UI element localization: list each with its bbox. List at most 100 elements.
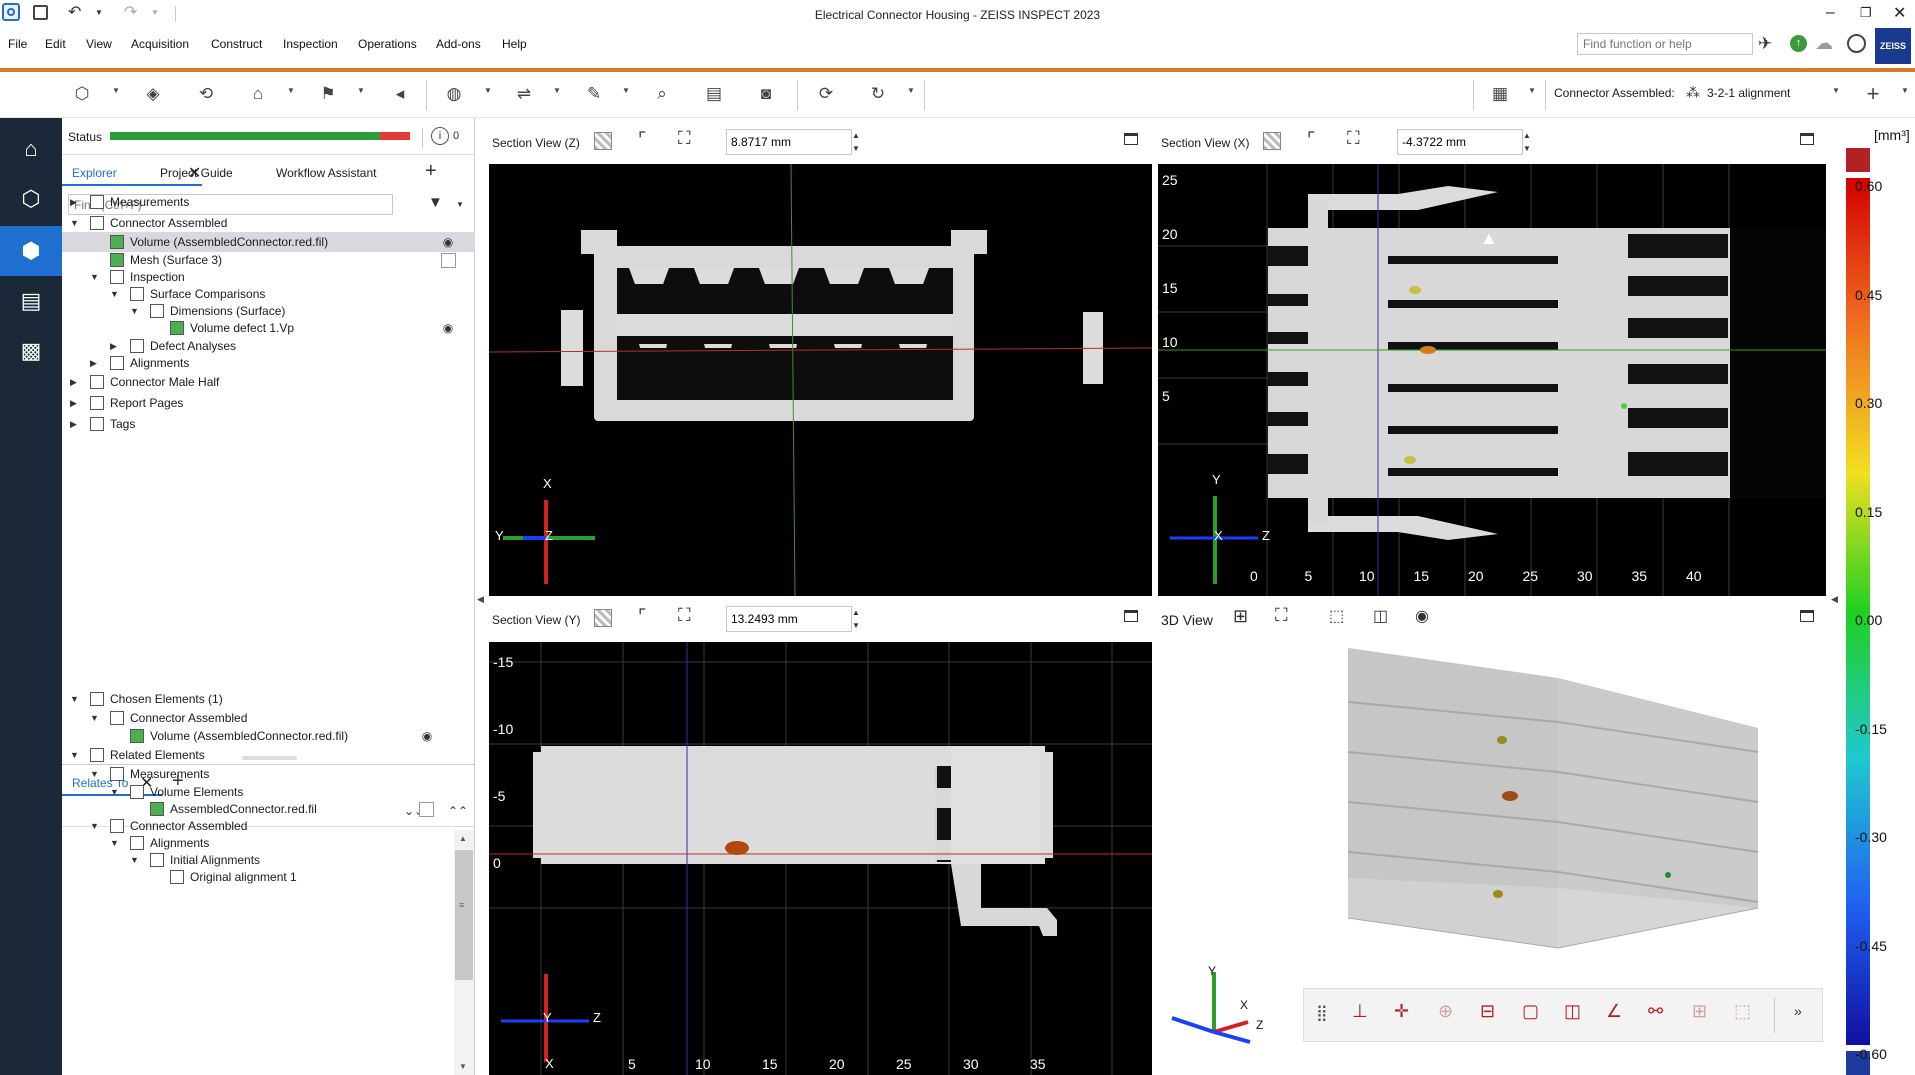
select-region-icon[interactable]: ⬚ xyxy=(1329,606,1344,626)
tree-item[interactable]: ▼ Chosen Elements (1) xyxy=(62,689,454,709)
tree-item[interactable]: ▶ Report Pages xyxy=(62,393,475,413)
flip-icon[interactable]: ⌜ xyxy=(638,129,646,150)
line-icon[interactable]: ⊟ xyxy=(1480,1001,1495,1022)
3d-view-canvas[interactable]: Y X Z ⣿ ⊥ ✛ ⊕ ⊟ ▢ ◫ ∠ ⚯ ⊞ ⬚ » xyxy=(1158,642,1826,1075)
collapse-arrow-icon[interactable]: ▼ xyxy=(70,213,79,233)
menu-edit[interactable]: Edit xyxy=(45,37,66,51)
visibility-checkbox[interactable] xyxy=(441,253,456,268)
update-icon[interactable]: ↑ xyxy=(1790,35,1807,52)
surface-select-dropdown-icon[interactable]: ▼ xyxy=(287,86,295,95)
menu-file[interactable]: File xyxy=(8,37,27,51)
distance-icon[interactable]: ◫ xyxy=(1564,1001,1581,1022)
tree-item[interactable]: Original alignment 1 xyxy=(62,867,454,887)
layers-icon[interactable]: ◈ xyxy=(139,80,167,108)
add-tab-icon[interactable]: + xyxy=(425,160,437,183)
cloud-icon[interactable]: ☁ xyxy=(1815,33,1833,54)
visibility-checkbox[interactable] xyxy=(419,802,434,817)
eye-icon[interactable]: ◉ xyxy=(418,729,436,743)
globe-dropdown-icon[interactable]: ▼ xyxy=(484,86,492,95)
select-flag-icon[interactable]: ⚑ xyxy=(314,80,342,108)
fit-view-icon[interactable]: ⛶ xyxy=(678,605,691,626)
expand-arrow-icon[interactable]: ▶ xyxy=(70,414,77,434)
tab-explorer[interactable]: Explorer xyxy=(72,166,117,180)
clipping-icon[interactable]: ◫ xyxy=(1373,606,1388,626)
refresh-icon[interactable]: ⟳ xyxy=(812,80,840,108)
section-view-z-canvas[interactable]: X Y Z xyxy=(489,164,1152,596)
drag-handle-icon[interactable]: ⣿ xyxy=(1316,1003,1328,1023)
camera-icon[interactable]: ◙ xyxy=(752,80,780,108)
fit-view-icon[interactable]: ⛶ xyxy=(678,128,691,149)
info-icon[interactable]: i xyxy=(431,127,449,145)
visibility-icon[interactable]: ◉ xyxy=(1415,606,1429,626)
tree-item[interactable]: ▶ Measurements xyxy=(62,192,475,212)
cad-icon[interactable]: ⬡ xyxy=(0,174,62,224)
flip-icon[interactable]: ⌜ xyxy=(638,606,646,627)
tree-item[interactable]: ▶ Tags xyxy=(62,414,475,434)
point-icon[interactable]: ✛ xyxy=(1394,1001,1409,1022)
expand-toolbar-icon[interactable]: » xyxy=(1794,1003,1802,1019)
spinner-icon[interactable]: ▲ ▼ xyxy=(852,129,860,155)
menu-inspection[interactable]: Inspection xyxy=(283,37,338,51)
inspection-workspace-icon[interactable]: ⬢ xyxy=(0,226,62,276)
alignment-select[interactable]: 3-2-1 alignment xyxy=(1707,86,1790,100)
section-y-position-input[interactable] xyxy=(726,606,852,632)
spinner-icon[interactable]: ▲ ▼ xyxy=(1523,129,1531,155)
eye-icon[interactable]: ◉ xyxy=(439,321,457,335)
tab-workflow-assistant[interactable]: Workflow Assistant xyxy=(276,166,376,180)
menu-construct[interactable]: Construct xyxy=(211,37,262,51)
tree-item[interactable]: ▼ Connector Assembled xyxy=(62,708,454,728)
measure-icon[interactable]: ⚯ xyxy=(1648,1001,1663,1022)
script-icon[interactable]: ▩ xyxy=(0,326,62,376)
collapse-arrow-icon[interactable]: ▼ xyxy=(90,708,99,728)
close-button[interactable]: ✕ xyxy=(1893,3,1906,23)
cube-view-dropdown-icon[interactable]: ▼ xyxy=(112,86,120,95)
box-select-icon[interactable]: ⬚ xyxy=(1734,1001,1751,1022)
section-x-position-input[interactable] xyxy=(1397,129,1523,155)
recompute-icon[interactable]: ↻ xyxy=(864,80,892,108)
flip-icon[interactable]: ⌜ xyxy=(1307,129,1315,150)
minimize-button[interactable]: – xyxy=(1826,4,1835,22)
maximize-icon[interactable] xyxy=(1800,610,1814,622)
tab-project-guide[interactable]: Project Guide xyxy=(160,166,233,180)
fit-view-icon[interactable]: ⛶ xyxy=(1275,605,1288,626)
eye-icon[interactable]: ◉ xyxy=(439,235,457,249)
plane-icon[interactable]: ⊥ xyxy=(1352,1001,1368,1022)
rectangle-icon[interactable]: ▢ xyxy=(1522,1001,1539,1022)
tree-item[interactable]: Volume defect 1.Vp ◉ xyxy=(62,318,475,338)
expand-arrow-icon[interactable]: ▶ xyxy=(70,393,77,413)
menu-view[interactable]: View xyxy=(86,37,112,51)
expand-arrow-icon[interactable]: ▶ xyxy=(90,353,97,373)
alignment-dropdown-icon[interactable]: ▼ xyxy=(1832,86,1840,95)
expand-arrow-icon[interactable]: ▶ xyxy=(70,372,77,392)
rotate-cube-icon[interactable]: ⟲ xyxy=(192,80,220,108)
layout-grid-icon[interactable]: ▦ xyxy=(1486,80,1514,108)
collapse-right-icon[interactable]: ◀ xyxy=(1831,594,1838,605)
scrollbar[interactable]: ▲ ≡ ▼ xyxy=(454,830,474,1075)
cube-view-icon[interactable]: ⬡ xyxy=(68,80,96,108)
add-report-icon[interactable]: ▤ xyxy=(700,80,728,108)
tree-item[interactable]: Volume (AssembledConnector.red.fil) ◉ xyxy=(62,726,454,746)
section-view-x-canvas[interactable]: 25 20 15 10 5 0 5 10 15 20 25 30 35 40 Y X Z ▲ xyxy=(1158,164,1826,596)
tree-item[interactable]: ▶ Connector Male Half xyxy=(62,372,475,392)
user-icon[interactable] xyxy=(1847,34,1866,53)
tree-item[interactable]: ▼ Measurements xyxy=(62,764,454,784)
tree-item[interactable]: ▼ Connector Assembled xyxy=(62,213,475,233)
grid-select-icon[interactable]: ⊞ xyxy=(1692,1001,1707,1022)
select-flag-dropdown-icon[interactable]: ▼ xyxy=(357,86,365,95)
add-icon[interactable]: + xyxy=(1859,80,1887,108)
circle-fit-icon[interactable]: ⊕ xyxy=(1438,1001,1453,1022)
menu-help[interactable]: Help xyxy=(502,37,527,51)
surface-select-icon[interactable]: ⌂ xyxy=(244,80,272,108)
globe-icon[interactable]: ◍ xyxy=(440,80,468,108)
maximize-icon[interactable] xyxy=(1124,133,1138,145)
tree-item[interactable]: ▶ Alignments xyxy=(62,353,475,373)
menu-acquisition[interactable]: Acquisition xyxy=(131,37,189,51)
label-icon[interactable]: ✎ xyxy=(580,80,608,108)
recompute-dropdown-icon[interactable]: ▼ xyxy=(907,86,915,95)
expand-arrow-icon[interactable]: ▶ xyxy=(70,192,77,212)
texture-icon[interactable] xyxy=(594,609,612,627)
texture-icon[interactable] xyxy=(1263,132,1281,150)
layout-dropdown-icon[interactable]: ▼ xyxy=(1528,86,1536,95)
maximize-icon[interactable] xyxy=(1800,133,1814,145)
collapse-arrow-icon[interactable]: ▼ xyxy=(70,745,79,765)
